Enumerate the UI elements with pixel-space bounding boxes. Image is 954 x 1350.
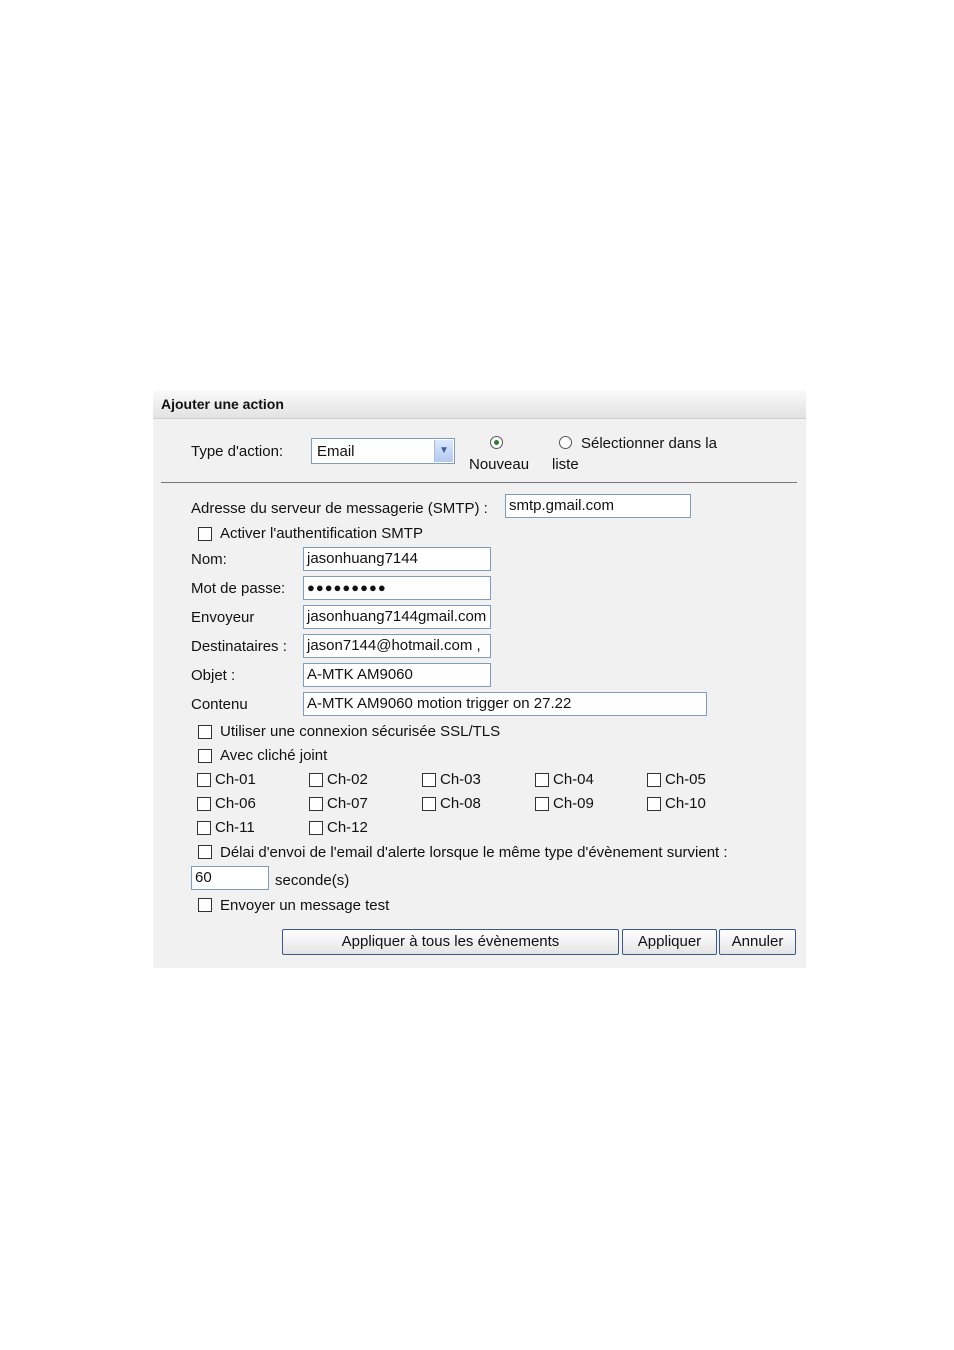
channel-label: Ch-05 [665,771,706,788]
radio-new[interactable] [490,436,503,449]
channel-checkbox[interactable] [535,797,549,811]
apply-all-button[interactable]: Appliquer à tous les évènements [282,929,619,955]
snapshot-label: Avec cliché joint [220,747,328,764]
channel-checkbox[interactable] [535,773,549,787]
channel-label: Ch-10 [665,795,706,812]
radio-new-label: Nouveau [469,456,530,473]
action-type-label: Type d'action: [191,443,284,460]
nom-input[interactable]: jasonhuang7144 [303,547,491,571]
ssl-label: Utiliser une connexion sécurisée SSL/TLS [220,723,501,740]
delay-unit-label: seconde(s) [275,872,350,889]
channel-label: Ch-01 [215,771,256,788]
delay-label: Délai d'envoi de l'email d'alerte lorsqu… [220,844,728,861]
test-message-checkbox[interactable] [198,898,212,912]
radio-select-from-list[interactable] [559,436,572,449]
channel-label: Ch-08 [440,795,481,812]
sender-label: Envoyeur [191,609,255,626]
radio-list-label-line2: liste [552,456,579,473]
add-action-dialog: Ajouter une action Type d'action: Email … [153,390,806,968]
separator [161,482,797,483]
chevron-down-icon[interactable]: ▼ [434,440,453,462]
channel-label: Ch-12 [327,819,368,836]
password-label: Mot de passe: [191,580,286,597]
channel-checkbox[interactable] [309,797,323,811]
password-input[interactable]: ●●●●●●●●● [303,576,491,600]
channel-checkbox[interactable] [309,773,323,787]
channel-checkbox[interactable] [197,797,211,811]
delay-input[interactable]: 60 [191,866,269,890]
test-message-label: Envoyer un message test [220,897,390,914]
snapshot-checkbox[interactable] [198,749,212,763]
dialog-titlebar: Ajouter une action [153,390,806,419]
action-type-value: Email [317,443,355,460]
content-label: Contenu [191,696,248,713]
nom-label: Nom: [191,551,227,568]
channel-checkbox[interactable] [197,773,211,787]
channel-checkbox[interactable] [197,821,211,835]
recipients-input[interactable]: jason7144@hotmail.com , [303,634,491,658]
channel-label: Ch-11 [215,819,255,836]
subject-input[interactable]: A-MTK AM9060 [303,663,491,687]
cancel-button[interactable]: Annuler [719,929,796,955]
smtp-auth-checkbox[interactable] [198,527,212,541]
smtp-server-input[interactable]: smtp.gmail.com [505,494,691,518]
channel-checkbox[interactable] [647,773,661,787]
channel-label: Ch-04 [553,771,594,788]
channel-label: Ch-06 [215,795,256,812]
channel-label: Ch-02 [327,771,368,788]
channel-label: Ch-07 [327,795,368,812]
smtp-server-label: Adresse du serveur de messagerie (SMTP) … [191,500,488,517]
channel-checkbox[interactable] [422,797,436,811]
channel-checkbox[interactable] [309,821,323,835]
subject-label: Objet : [191,667,236,684]
channel-label: Ch-09 [553,795,594,812]
action-type-select[interactable]: Email ▼ [311,438,455,464]
channel-label: Ch-03 [440,771,481,788]
delay-checkbox[interactable] [198,845,212,859]
radio-list-label-line1: Sélectionner dans la [581,435,717,452]
channel-checkbox[interactable] [647,797,661,811]
channel-checkbox[interactable] [422,773,436,787]
dialog-title: Ajouter une action [161,396,284,412]
sender-input[interactable]: jasonhuang7144gmail.com [303,605,491,629]
apply-button[interactable]: Appliquer [622,929,717,955]
ssl-checkbox[interactable] [198,725,212,739]
smtp-auth-label: Activer l'authentification SMTP [220,525,423,542]
recipients-label: Destinataires : [191,638,287,655]
content-input[interactable]: A-MTK AM9060 motion trigger on 27.22 [303,692,707,716]
